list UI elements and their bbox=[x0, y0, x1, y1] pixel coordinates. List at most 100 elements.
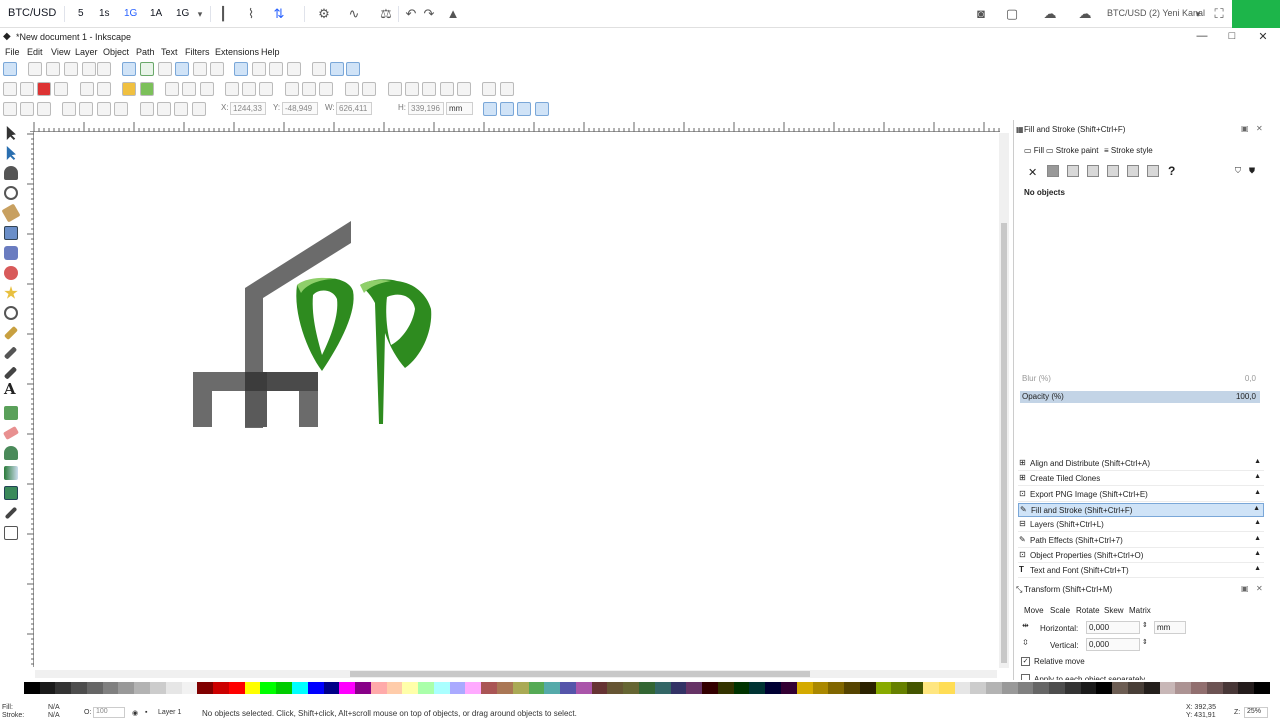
palette-swatch[interactable] bbox=[528, 682, 545, 694]
palette-swatch[interactable] bbox=[23, 682, 40, 694]
palette-swatch[interactable] bbox=[844, 682, 861, 694]
snap-text-baseline-icon[interactable] bbox=[287, 62, 301, 76]
lock-ratio-icon[interactable] bbox=[381, 102, 395, 116]
palette-swatch[interactable] bbox=[591, 682, 608, 694]
fill-stroke-icon[interactable] bbox=[388, 82, 402, 96]
menu-help[interactable]: Help bbox=[261, 47, 280, 57]
cloud-icon[interactable]: ☁ bbox=[1041, 5, 1059, 23]
palette-swatch[interactable] bbox=[970, 682, 987, 694]
calligraphy-tool-icon[interactable] bbox=[3, 366, 18, 380]
opacity-field[interactable]: 100 bbox=[93, 707, 125, 718]
layout-icon[interactable]: ▢ bbox=[1003, 5, 1021, 23]
palette-swatch[interactable] bbox=[8, 682, 24, 694]
export-icon[interactable] bbox=[97, 82, 111, 96]
palette-swatch[interactable] bbox=[497, 682, 514, 694]
tab-scale[interactable]: Scale bbox=[1050, 606, 1070, 615]
snap-object-center-icon[interactable] bbox=[252, 62, 266, 76]
tab-fill[interactable]: ▭ Fill bbox=[1024, 146, 1044, 155]
close-icon[interactable]: ✕ bbox=[1256, 124, 1263, 133]
stepper-icon[interactable]: ⇕ bbox=[1142, 638, 1148, 646]
logo-artwork[interactable] bbox=[35, 133, 997, 668]
palette-swatch[interactable] bbox=[102, 682, 119, 694]
duplicate-icon[interactable] bbox=[285, 82, 299, 96]
palette-swatch[interactable] bbox=[1033, 682, 1050, 694]
palette-swatch[interactable] bbox=[1254, 682, 1271, 694]
indicators-icon[interactable]: ∿ bbox=[345, 5, 363, 23]
lower-to-bottom-icon[interactable] bbox=[192, 102, 206, 116]
panel-tiled-clones[interactable]: ⊞ Create Tiled Clones ▲ bbox=[1018, 472, 1264, 486]
palette-swatch[interactable] bbox=[244, 682, 261, 694]
star-tool-icon[interactable] bbox=[4, 286, 18, 299]
new-document-icon[interactable] bbox=[3, 82, 17, 96]
fill-rule-evenodd-icon[interactable]: ⛉ bbox=[1235, 166, 1241, 176]
snap-midpoints-icon[interactable] bbox=[82, 62, 96, 76]
scale-corners-icon[interactable] bbox=[500, 102, 514, 116]
lock-icon[interactable]: ▪ bbox=[145, 709, 147, 716]
alert-icon[interactable]: ▲ bbox=[444, 5, 462, 23]
palette-swatch[interactable] bbox=[39, 682, 56, 694]
palette-swatch[interactable] bbox=[276, 682, 293, 694]
xml-editor-icon[interactable] bbox=[422, 82, 436, 96]
snap-corners-icon[interactable] bbox=[64, 62, 78, 76]
blur-slider[interactable]: Blur (%) 0,0 bbox=[1020, 373, 1260, 385]
palette-swatch[interactable] bbox=[1143, 682, 1160, 694]
palette-swatch[interactable] bbox=[654, 682, 671, 694]
palette-swatch[interactable] bbox=[433, 682, 450, 694]
palette-swatch[interactable] bbox=[954, 682, 971, 694]
text-font-icon[interactable] bbox=[405, 82, 419, 96]
restore-icon[interactable]: ▣ bbox=[1241, 584, 1249, 593]
layer-select[interactable]: Layer 1 bbox=[158, 709, 181, 716]
palette-swatch[interactable] bbox=[765, 682, 782, 694]
snap-line-mid-icon[interactable] bbox=[210, 62, 224, 76]
gradient-tool-icon[interactable] bbox=[4, 466, 18, 480]
palette-swatch[interactable] bbox=[1175, 682, 1192, 694]
opacity-slider[interactable]: Opacity (%) 100,0 bbox=[1020, 391, 1260, 403]
zoom-page-icon[interactable] bbox=[259, 82, 273, 96]
linear-gradient-icon[interactable] bbox=[1067, 165, 1079, 177]
palette-swatch[interactable] bbox=[149, 682, 166, 694]
palette-swatch[interactable] bbox=[717, 682, 734, 694]
vertical-field[interactable]: 0,000 bbox=[1086, 638, 1140, 651]
layers-icon[interactable] bbox=[440, 82, 454, 96]
print-icon[interactable] bbox=[54, 82, 68, 96]
panel-object-properties[interactable]: ⊡ Object Properties (Shift+Ctrl+O) ▲ bbox=[1018, 549, 1264, 563]
radial-gradient-icon[interactable] bbox=[1087, 165, 1099, 177]
import-icon[interactable] bbox=[80, 82, 94, 96]
palette-swatch[interactable] bbox=[780, 682, 797, 694]
flip-vertical-icon[interactable] bbox=[114, 102, 128, 116]
palette-swatch[interactable] bbox=[749, 682, 766, 694]
unset-paint-icon[interactable]: ? bbox=[1168, 164, 1175, 178]
snap-page-border-icon[interactable] bbox=[312, 62, 326, 76]
unlink-clone-icon[interactable] bbox=[319, 82, 333, 96]
spray-tool-icon[interactable] bbox=[4, 406, 18, 420]
align-icon[interactable] bbox=[457, 82, 471, 96]
zoom-tool-icon[interactable] bbox=[4, 186, 18, 200]
no-paint-icon[interactable]: ✕ bbox=[1028, 166, 1037, 179]
3d-box-tool-icon[interactable] bbox=[4, 246, 18, 260]
chevron-down-icon[interactable]: ▾ bbox=[1189, 5, 1207, 23]
palette-swatch[interactable] bbox=[544, 682, 561, 694]
node-tool-icon[interactable] bbox=[6, 146, 16, 160]
palette-swatch[interactable] bbox=[355, 682, 372, 694]
horizontal-field[interactable]: 0,000 bbox=[1086, 621, 1140, 634]
snap-bbox-icon[interactable] bbox=[28, 62, 42, 76]
unit-select[interactable]: mm bbox=[446, 102, 473, 115]
palette-swatch[interactable] bbox=[118, 682, 135, 694]
preferences-icon[interactable] bbox=[500, 82, 514, 96]
palette-swatch[interactable] bbox=[339, 682, 356, 694]
pencil-tool-icon[interactable] bbox=[3, 325, 19, 341]
palette-swatch[interactable] bbox=[623, 682, 640, 694]
h-field[interactable]: 339,196 bbox=[408, 102, 444, 115]
symbol-search[interactable]: BTC/USD bbox=[8, 7, 56, 19]
palette-swatch[interactable] bbox=[922, 682, 939, 694]
tab-stroke-style[interactable]: ≡ Stroke style bbox=[1104, 146, 1153, 155]
panel-export-png[interactable]: ⊡ Export PNG Image (Shift+Ctrl+E) ▲ bbox=[1018, 488, 1264, 502]
stepper-icon[interactable]: ⇕ bbox=[1142, 621, 1148, 629]
palette-swatch[interactable] bbox=[907, 682, 924, 694]
menu-path[interactable]: Path bbox=[136, 47, 155, 57]
flat-color-icon[interactable] bbox=[1047, 165, 1059, 177]
copy-icon[interactable] bbox=[165, 82, 179, 96]
line-chart-icon[interactable]: ⌇ bbox=[242, 5, 260, 23]
zoom-drawing-icon[interactable] bbox=[242, 82, 256, 96]
interval-1s[interactable]: 1s bbox=[95, 5, 114, 23]
